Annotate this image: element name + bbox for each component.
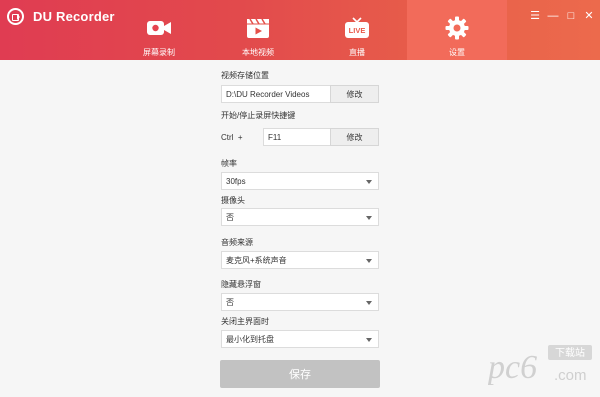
maximize-icon[interactable]: □ [564,10,578,22]
watermark-domain: .com [554,367,587,384]
watermark-tag: 下载站 [555,346,585,359]
tab-label: 设置 [449,48,465,57]
save-button[interactable]: 保存 [220,360,380,388]
chevron-down-icon [366,301,372,305]
save-location-field[interactable]: D:\DU Recorder Videos [221,85,331,103]
chevron-down-icon [366,216,372,220]
hide-float-value: 否 [226,297,234,307]
camera-select[interactable]: 否 [221,208,379,226]
framerate-select[interactable]: 30fps [221,172,379,190]
shortcut-key-field[interactable]: F11 [263,128,331,146]
framerate-label: 帧率 [221,159,237,168]
watermark-logo: pc6 [488,349,537,386]
change-shortcut-button[interactable]: 修改 [330,128,379,146]
gear-icon [445,16,469,40]
live-tv-icon: LIVE [344,17,370,39]
hide-float-select[interactable]: 否 [221,293,379,311]
audio-source-select[interactable]: 麦克风+系统声音 [221,251,379,269]
menu-icon[interactable]: ☰ [528,10,542,22]
framerate-value: 30fps [226,176,246,186]
video-camera-icon [146,17,172,39]
app-title: DU Recorder [33,9,115,24]
camera-label: 摄像头 [221,196,245,205]
shortcut-modifier: Ctrl + [221,133,243,142]
film-icon [246,17,270,39]
minimize-icon[interactable]: — [546,10,560,22]
app-brand: DU Recorder [7,8,115,25]
tab-label: 本地视频 [242,48,274,57]
camera-value: 否 [226,212,234,222]
close-icon[interactable]: ✕ [582,10,596,22]
close-main-label: 关闭主界面时 [221,317,269,326]
live-badge: LIVE [349,26,366,35]
audio-source-label: 音频来源 [221,238,253,247]
title-bar: DU Recorder 屏幕录制 本地视频 LIVE 直播 设置 ☰ — □ ✕ [0,0,600,60]
chevron-down-icon [366,338,372,342]
tab-label: 直播 [349,48,365,57]
close-main-select[interactable]: 最小化到托盘 [221,330,379,348]
tab-screen-record[interactable]: 屏幕录制 [109,0,209,60]
save-location-label: 视频存储位置 [221,71,269,80]
close-main-value: 最小化到托盘 [226,334,274,344]
tab-live[interactable]: LIVE 直播 [307,0,407,60]
tab-settings[interactable]: 设置 [407,0,507,60]
change-location-button[interactable]: 修改 [330,85,379,103]
watermark: pc6 下载站 .com [486,340,596,392]
tab-label: 屏幕录制 [143,48,175,57]
tab-local-videos[interactable]: 本地视频 [208,0,308,60]
chevron-down-icon [366,259,372,263]
shortcut-label: 开始/停止录屏快捷键 [221,111,296,120]
chevron-down-icon [366,180,372,184]
hide-float-label: 隐藏悬浮窗 [221,280,261,289]
app-logo-icon [7,8,24,25]
audio-source-value: 麦克风+系统声音 [226,255,287,265]
